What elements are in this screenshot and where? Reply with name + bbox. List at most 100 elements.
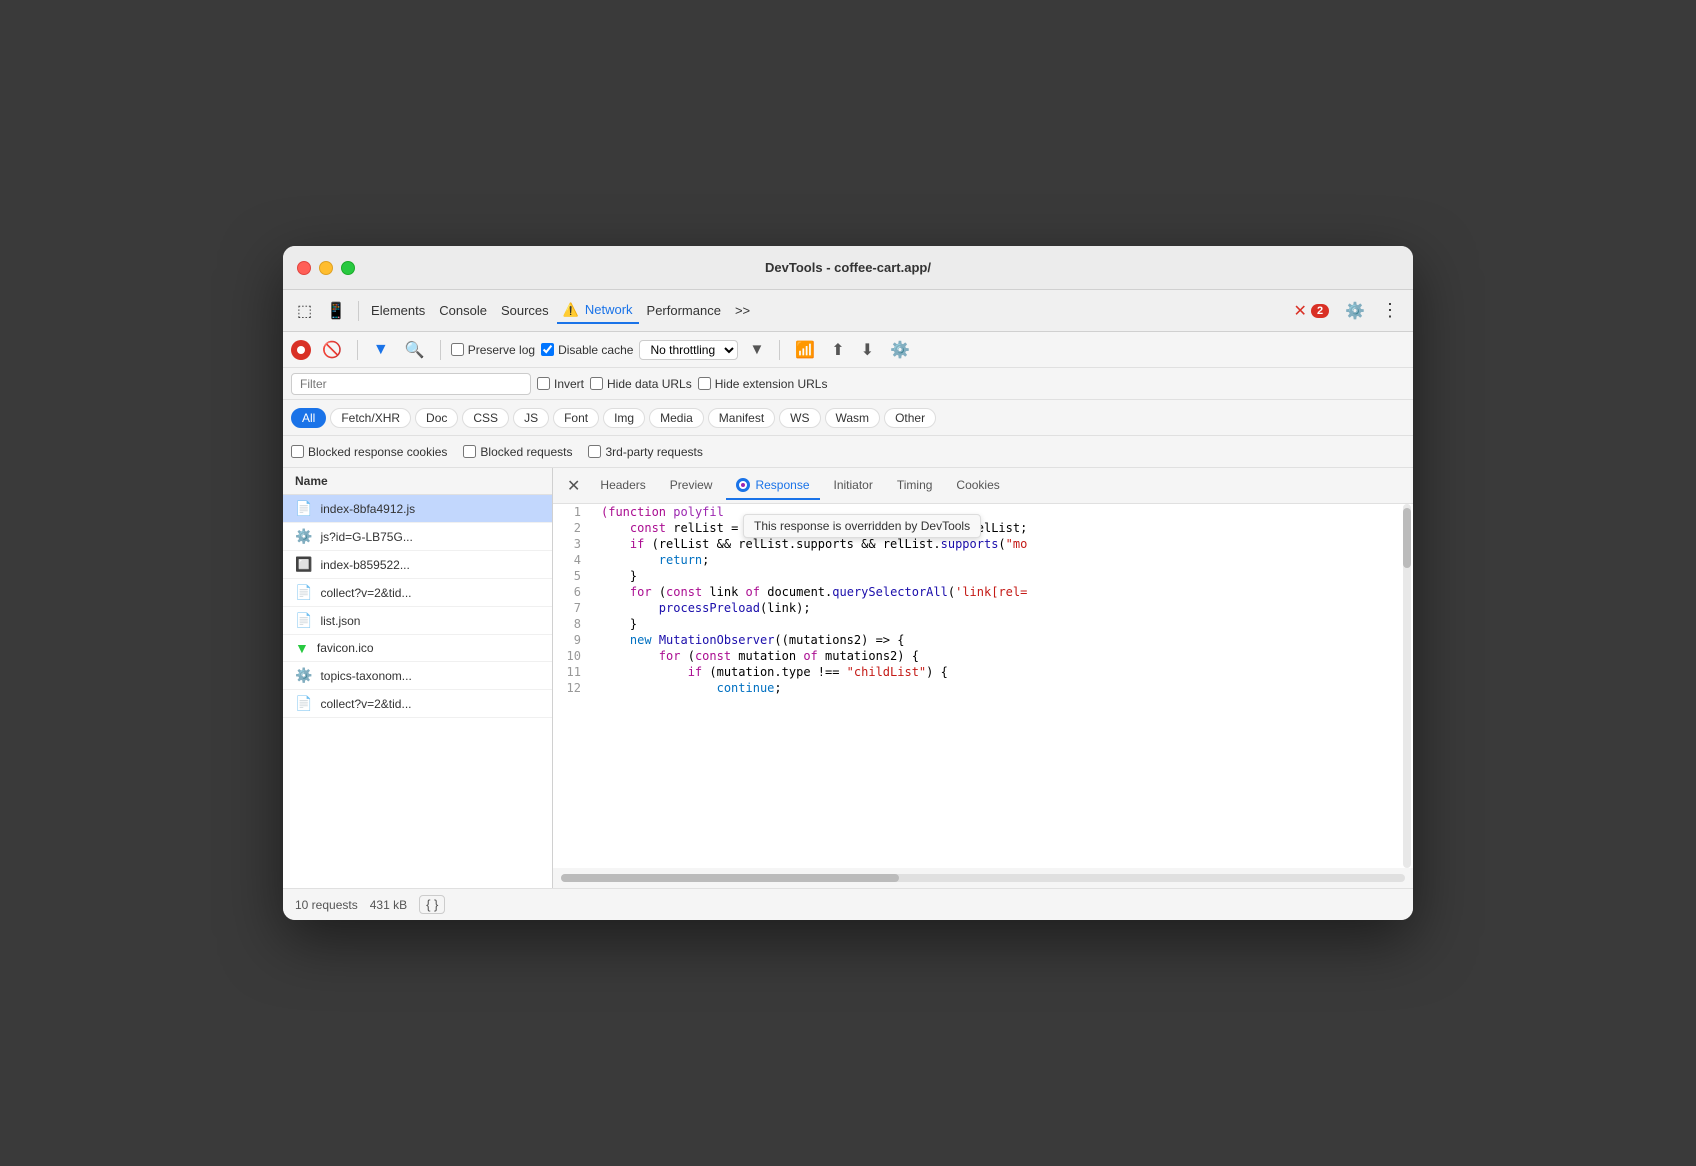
format-btn[interactable]: { } (419, 895, 445, 914)
detail-tab-headers[interactable]: Headers (590, 472, 655, 500)
invert-label[interactable]: Invert (537, 377, 584, 391)
detail-tab-timing[interactable]: Timing (887, 472, 943, 500)
type-btn-js[interactable]: JS (513, 408, 549, 428)
file-list-header: Name (283, 468, 552, 495)
error-icon: ✕ (1294, 301, 1307, 321)
line-num-10: 10 (553, 648, 593, 664)
throttle-select[interactable]: No throttling Fast 3G Slow 3G (639, 340, 738, 360)
file-item-index-js[interactable]: 📄 index-8bfa4912.js (283, 495, 552, 523)
vertical-scrollbar[interactable] (1403, 504, 1411, 868)
wifi-icon-btn[interactable]: 📶 (790, 337, 820, 363)
type-btn-font[interactable]: Font (553, 408, 599, 428)
filter-input[interactable] (291, 373, 531, 395)
devtools-override-tooltip: This response is overridden by DevTools (743, 514, 981, 538)
hide-extension-urls-checkbox[interactable] (698, 377, 711, 390)
detail-tab-preview[interactable]: Preview (660, 472, 723, 500)
file-item-ga-js[interactable]: ⚙️ js?id=G-LB75G... (283, 523, 552, 551)
error-badge-btn[interactable]: ✕ 2 (1288, 297, 1336, 325)
download-btn[interactable]: ⬇ (856, 337, 879, 363)
code-line-2: 2 const relList = document.createElement… (553, 520, 1413, 536)
line-code-3: if (relList && relList.supports && relLi… (593, 536, 1413, 552)
search-btn[interactable]: 🔍 (400, 337, 430, 363)
file-item-collect1[interactable]: 📄 collect?v=2&tid... (283, 579, 552, 607)
tab-elements[interactable]: Elements (365, 299, 431, 322)
line-code-6: for (const link of document.querySelecto… (593, 584, 1413, 600)
file-item-collect2[interactable]: 📄 collect?v=2&tid... (283, 690, 552, 718)
detail-tab-response[interactable]: Response (726, 472, 819, 500)
detail-tab-cookies[interactable]: Cookies (946, 472, 1009, 500)
third-party-requests-text: 3rd-party requests (605, 445, 702, 459)
blocked-requests-checkbox[interactable] (463, 445, 476, 458)
code-line-6: 6 for (const link of document.querySelec… (553, 584, 1413, 600)
type-btn-other[interactable]: Other (884, 408, 936, 428)
detail-tab-initiator[interactable]: Initiator (824, 472, 883, 500)
code-line-1: 1 (function polyfil (553, 504, 1413, 520)
clear-btn[interactable]: 🚫 (317, 337, 347, 363)
file-item-list-json[interactable]: 📄 list.json (283, 607, 552, 635)
blocked-requests-label[interactable]: Blocked requests (463, 445, 572, 459)
device-toggle-btn[interactable]: 📱 (320, 297, 352, 325)
file-name-list-json: list.json (320, 614, 360, 628)
blocked-response-cookies-checkbox[interactable] (291, 445, 304, 458)
type-btn-ws[interactable]: WS (779, 408, 820, 428)
error-count: 2 (1311, 304, 1329, 318)
close-button[interactable] (297, 261, 311, 275)
type-btn-all[interactable]: All (291, 408, 326, 428)
more-options-btn[interactable]: ⋮ (1375, 296, 1405, 325)
close-detail-btn[interactable]: ✕ (561, 474, 586, 498)
code-line-10: 10 for (const mutation of mutations2) { (553, 648, 1413, 664)
horizontal-scrolltrack[interactable] (561, 874, 1405, 882)
preserve-log-label[interactable]: Preserve log (451, 343, 535, 357)
maximize-button[interactable] (341, 261, 355, 275)
throttle-dropdown-btn[interactable]: ▼ (744, 338, 769, 361)
line-code-12: continue; (593, 680, 1413, 696)
tab-sources[interactable]: Sources (495, 299, 555, 322)
file-item-index-b[interactable]: 🔲 index-b859522... (283, 551, 552, 579)
file-icon-favicon: ▼ (295, 640, 309, 656)
hide-data-urls-label[interactable]: Hide data URLs (590, 377, 692, 391)
line-code-4: return; (593, 552, 1413, 568)
disable-cache-checkbox[interactable] (541, 343, 554, 356)
file-list: Name 📄 index-8bfa4912.js ⚙️ js?id=G-LB75… (283, 468, 553, 888)
type-btn-media[interactable]: Media (649, 408, 704, 428)
invert-checkbox[interactable] (537, 377, 550, 390)
minimize-button[interactable] (319, 261, 333, 275)
file-name-ga: js?id=G-LB75G... (320, 530, 412, 544)
filter-btn[interactable]: ▼ (368, 338, 394, 362)
tab-performance[interactable]: Performance (641, 299, 727, 322)
toolbar-right: ✕ 2 ⚙️ ⋮ (1288, 296, 1405, 325)
response-tab-label: Response (755, 478, 809, 492)
type-btn-img[interactable]: Img (603, 408, 645, 428)
inspect-element-btn[interactable]: ⬚ (291, 297, 318, 325)
code-area[interactable]: This response is overridden by DevTools … (553, 504, 1413, 868)
record-btn[interactable] (291, 340, 311, 360)
hide-extension-urls-label[interactable]: Hide extension URLs (698, 377, 828, 391)
warning-icon: ⚠️ (563, 302, 579, 318)
disable-cache-label[interactable]: Disable cache (541, 343, 633, 357)
type-btn-manifest[interactable]: Manifest (708, 408, 775, 428)
tab-console[interactable]: Console (433, 299, 493, 322)
upload-btn[interactable]: ⬆ (826, 337, 849, 363)
sep1 (357, 340, 358, 360)
file-item-favicon[interactable]: ▼ favicon.ico (283, 635, 552, 662)
preserve-log-checkbox[interactable] (451, 343, 464, 356)
third-party-requests-checkbox[interactable] (588, 445, 601, 458)
file-icon-index-b: 🔲 (295, 556, 312, 573)
hide-data-urls-checkbox[interactable] (590, 377, 603, 390)
transfer-size: 431 kB (370, 898, 407, 912)
more-tabs-btn[interactable]: >> (729, 299, 756, 322)
file-icon-collect2: 📄 (295, 695, 312, 712)
tab-network[interactable]: ⚠️ Network (557, 298, 639, 324)
type-btn-fetch-xhr[interactable]: Fetch/XHR (330, 408, 411, 428)
settings-btn[interactable]: ⚙️ (1339, 297, 1371, 325)
type-btn-wasm[interactable]: Wasm (825, 408, 881, 428)
file-item-topics[interactable]: ⚙️ topics-taxonom... (283, 662, 552, 690)
tab-network-label: Network (585, 302, 633, 317)
blocked-response-cookies-label[interactable]: Blocked response cookies (291, 445, 447, 459)
network-settings-btn[interactable]: ⚙️ (885, 337, 915, 363)
third-party-requests-label[interactable]: 3rd-party requests (588, 445, 702, 459)
type-btn-css[interactable]: CSS (462, 408, 509, 428)
window-title: DevTools - coffee-cart.app/ (765, 260, 931, 275)
filter-row: Invert Hide data URLs Hide extension URL… (283, 368, 1413, 400)
type-btn-doc[interactable]: Doc (415, 408, 458, 428)
